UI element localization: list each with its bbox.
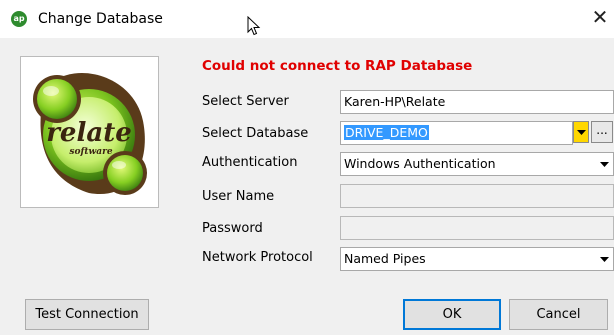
authentication-dropdown-arrow[interactable]: [596, 153, 613, 175]
cancel-button[interactable]: Cancel: [509, 299, 608, 330]
protocol-dropdown-arrow[interactable]: [596, 248, 613, 270]
protocol-select[interactable]: Named Pipes: [340, 247, 614, 271]
authentication-label: Authentication: [202, 155, 298, 170]
protocol-label: Network Protocol: [202, 250, 313, 265]
database-value: DRIVE_DEMO: [344, 125, 429, 140]
authentication-value: Windows Authentication: [344, 156, 496, 171]
server-value: Karen-HP\Relate: [344, 94, 446, 109]
chevron-down-icon: [576, 129, 586, 135]
server-label: Select Server: [202, 94, 289, 109]
username-label: User Name: [202, 189, 275, 204]
ok-button[interactable]: OK: [403, 299, 501, 330]
database-label: Select Database: [202, 126, 309, 141]
title-bar: ap Change Database ✕: [0, 0, 614, 38]
mouse-cursor-icon: [247, 16, 261, 36]
logo-subtext: software: [69, 147, 112, 157]
authentication-select[interactable]: Windows Authentication: [340, 152, 614, 176]
test-connection-button[interactable]: Test Connection: [25, 299, 149, 330]
password-label: Password: [202, 221, 263, 236]
server-input[interactable]: Karen-HP\Relate: [340, 90, 614, 114]
logo-wordmark: relate: [46, 118, 132, 148]
password-input[interactable]: [340, 216, 614, 240]
chevron-down-icon: [600, 161, 609, 167]
username-input[interactable]: [340, 184, 614, 208]
close-icon[interactable]: ✕: [590, 6, 610, 28]
app-icon: ap: [11, 11, 27, 27]
database-dropdown-button[interactable]: [573, 121, 589, 143]
window-title: Change Database: [38, 11, 163, 27]
relate-logo-graphic: relate software: [33, 72, 147, 195]
protocol-value: Named Pipes: [344, 251, 426, 266]
error-message: Could not connect to RAP Database: [202, 58, 473, 74]
database-browse-button[interactable]: ...: [591, 121, 613, 143]
database-combo[interactable]: DRIVE_DEMO: [340, 121, 573, 145]
chevron-down-icon: [600, 256, 609, 262]
relate-logo: relate software: [20, 56, 159, 208]
